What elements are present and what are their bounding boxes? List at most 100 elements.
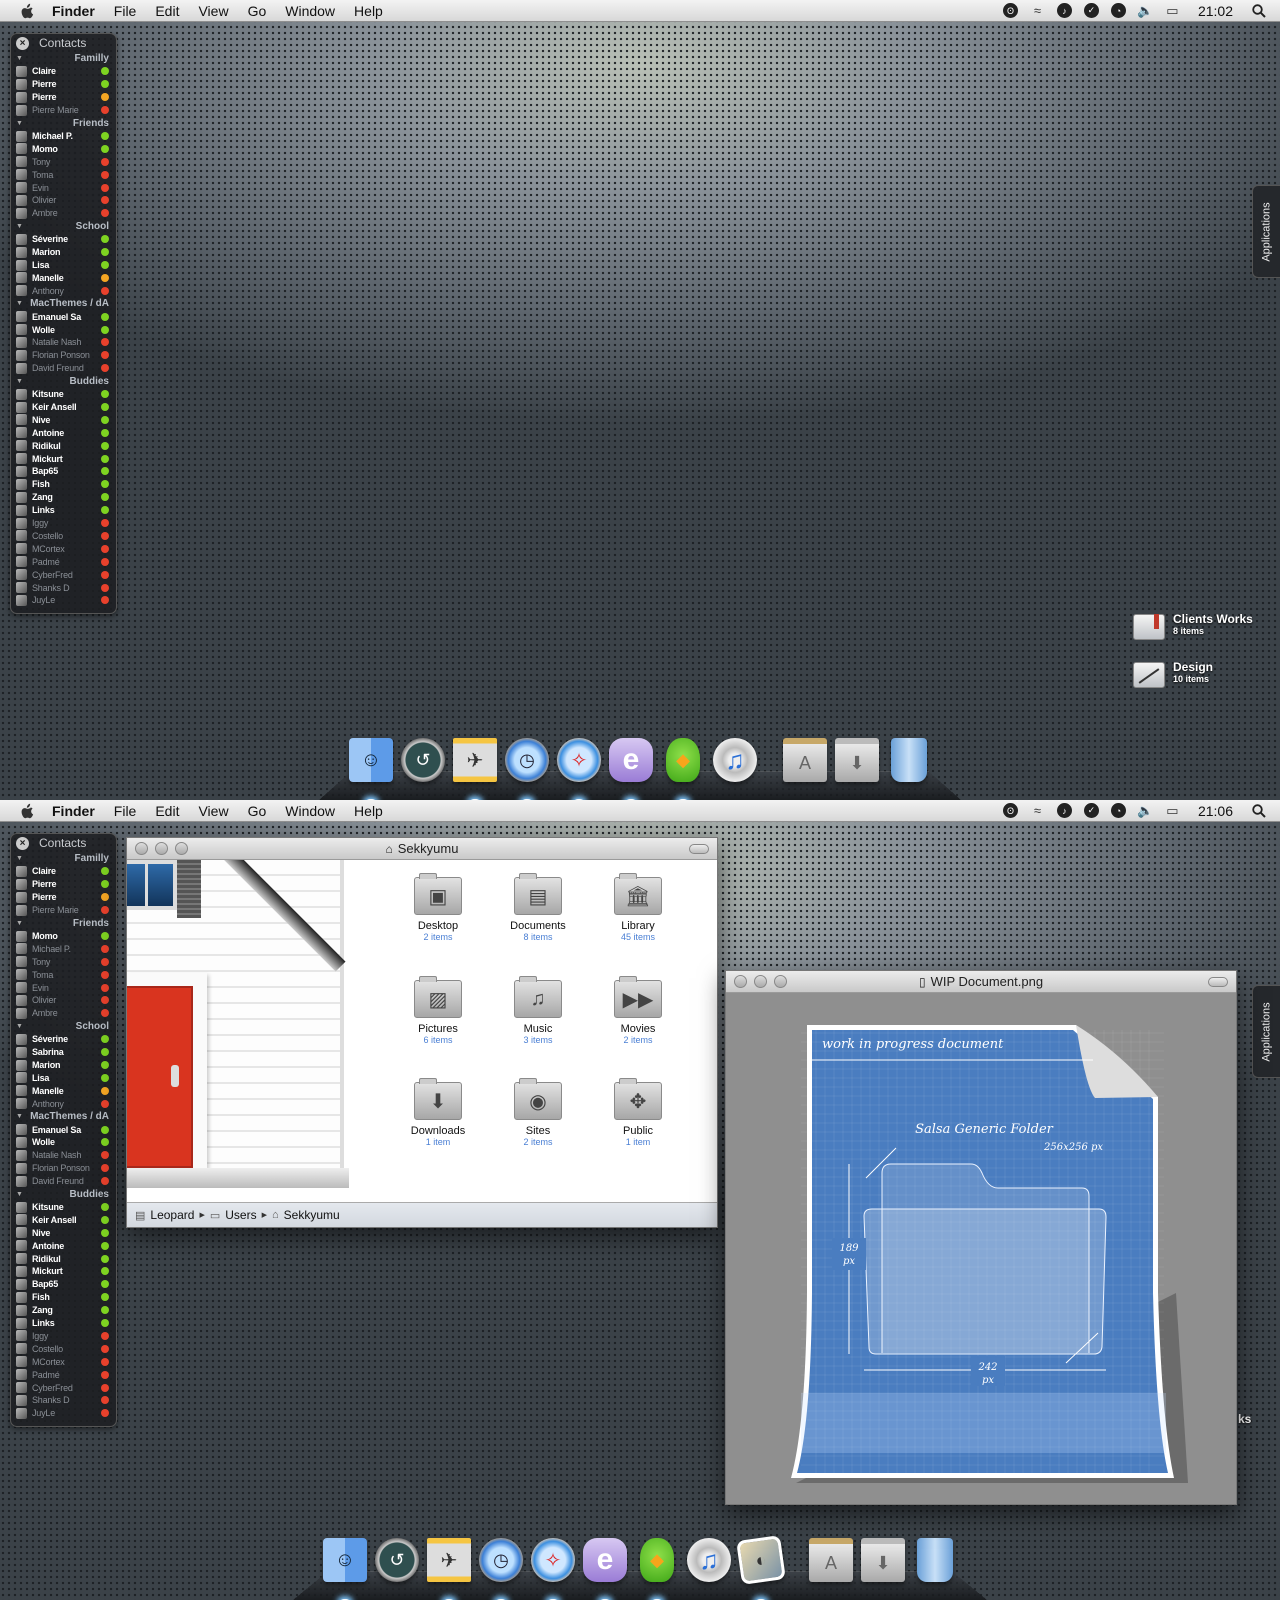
finder-titlebar[interactable]: ⌂ Sekkyumu: [127, 838, 717, 860]
finder-item-public[interactable]: ✥ Public 1 item: [583, 1078, 693, 1147]
menu-app-name[interactable]: Finder: [52, 803, 95, 819]
adium-icon[interactable]: ◆: [640, 1538, 674, 1582]
itunes-icon[interactable]: ♪: [1056, 803, 1072, 818]
disclosure-triangle-icon[interactable]: ▼: [16, 120, 23, 127]
contact-row[interactable]: Pierre: [11, 878, 116, 891]
path-item[interactable]: Leopard: [150, 1208, 194, 1222]
contact-row[interactable]: Ridikul: [11, 439, 116, 452]
contact-row[interactable]: Manelle: [11, 1084, 116, 1097]
disclosure-triangle-icon[interactable]: ▼: [16, 1191, 23, 1198]
contact-row[interactable]: Mickurt: [11, 1265, 116, 1278]
timemachine-icon[interactable]: ↺: [401, 738, 445, 782]
contact-row[interactable]: Antoine: [11, 426, 116, 439]
zoom-button[interactable]: [175, 842, 188, 855]
menu-clock[interactable]: 21:06: [1198, 803, 1233, 819]
dock-item-trash[interactable]: [910, 1538, 960, 1590]
clock-icon[interactable]: ◷: [479, 1538, 523, 1582]
adium-icon[interactable]: ◆: [666, 738, 700, 782]
spotlight-search-icon[interactable]: [1251, 3, 1266, 18]
close-icon[interactable]: ×: [16, 836, 29, 850]
disclosure-triangle-icon[interactable]: ▼: [16, 1113, 23, 1120]
dock-item-car[interactable]: ✈: [450, 738, 500, 800]
volume-icon[interactable]: 🔈: [1137, 3, 1153, 18]
contact-row[interactable]: Evin: [11, 181, 116, 194]
menu-help[interactable]: Help: [354, 3, 383, 19]
dock-item-finder[interactable]: ☺: [320, 1538, 370, 1600]
contact-group-header[interactable]: ▼ Buddies: [11, 375, 116, 388]
dock-item-timemachine[interactable]: ↺: [398, 738, 448, 790]
menu-go[interactable]: Go: [248, 3, 267, 19]
contact-row[interactable]: Michael P.: [11, 942, 116, 955]
disclosure-triangle-icon[interactable]: ▼: [16, 223, 23, 230]
checkmark-icon[interactable]: ✓: [1083, 803, 1099, 818]
contact-row[interactable]: Toma: [11, 968, 116, 981]
contact-row[interactable]: Momo: [11, 930, 116, 943]
contact-row[interactable]: Wolle: [11, 323, 116, 336]
finder-item-documents[interactable]: ▤ Documents 8 items: [483, 873, 593, 942]
contact-row[interactable]: Kitsune: [11, 388, 116, 401]
contact-row[interactable]: Zang: [11, 491, 116, 504]
contact-row[interactable]: Nive: [11, 1226, 116, 1239]
contact-row[interactable]: JuyLe: [11, 594, 116, 607]
car-icon[interactable]: ✈: [427, 1538, 471, 1582]
toolbar-toggle-button[interactable]: [689, 844, 709, 854]
entourage-icon[interactable]: e: [609, 738, 653, 782]
contact-row[interactable]: Bap65: [11, 1278, 116, 1291]
clock-icon[interactable]: ◷: [505, 738, 549, 782]
dock-item-clock[interactable]: ◷: [476, 1538, 526, 1600]
contact-row[interactable]: Anthony: [11, 284, 116, 297]
contact-row[interactable]: CyberFred: [11, 568, 116, 581]
dock-item-stack-downloads[interactable]: ⬇: [858, 1538, 908, 1590]
dock-item-trash[interactable]: [884, 738, 934, 790]
stack-apps-icon[interactable]: A: [809, 1538, 853, 1582]
close-button[interactable]: [135, 842, 148, 855]
contact-row[interactable]: Costello: [11, 530, 116, 543]
apple-menu-icon[interactable]: [18, 802, 36, 820]
dock-item-finder[interactable]: ☺: [346, 738, 396, 800]
contact-row[interactable]: Zang: [11, 1304, 116, 1317]
contact-row[interactable]: Marion: [11, 1059, 116, 1072]
contact-row[interactable]: Ambre: [11, 1007, 116, 1020]
dock-item-stack-apps[interactable]: A: [780, 738, 830, 790]
close-icon[interactable]: ×: [16, 36, 29, 50]
close-button[interactable]: [734, 975, 747, 988]
contact-row[interactable]: Emanuel Sa: [11, 1123, 116, 1136]
contact-row[interactable]: Nive: [11, 413, 116, 426]
safari-icon[interactable]: ✧: [557, 738, 601, 782]
contact-row[interactable]: Ridikul: [11, 1252, 116, 1265]
spotlight-search-icon[interactable]: [1251, 803, 1266, 818]
contact-row[interactable]: Lisa: [11, 1071, 116, 1084]
menu-edit[interactable]: Edit: [155, 3, 179, 19]
stack-downloads-icon[interactable]: ⬇: [835, 738, 879, 782]
menu-view[interactable]: View: [198, 803, 228, 819]
contact-row[interactable]: Olivier: [11, 994, 116, 1007]
contact-row[interactable]: Shanks D: [11, 581, 116, 594]
desktop-folder-label-partial[interactable]: ks: [1238, 1412, 1251, 1426]
contact-row[interactable]: Padmé: [11, 555, 116, 568]
contact-row[interactable]: Manelle: [11, 271, 116, 284]
contact-row[interactable]: David Freund: [11, 1175, 116, 1188]
itunes-icon[interactable]: ♪: [1056, 3, 1072, 18]
contact-group-header[interactable]: ▼ Friends: [11, 117, 116, 130]
contact-row[interactable]: Padmé: [11, 1368, 116, 1381]
contact-row[interactable]: Séverine: [11, 1033, 116, 1046]
menu-window[interactable]: Window: [285, 3, 335, 19]
dock-item-itunes[interactable]: ♫: [684, 1538, 734, 1590]
itunes-icon[interactable]: ♫: [713, 738, 757, 782]
contact-row[interactable]: Fish: [11, 478, 116, 491]
contact-row[interactable]: Tony: [11, 955, 116, 968]
finder-icon[interactable]: ☺: [349, 738, 393, 782]
dock-item-entourage[interactable]: e: [606, 738, 656, 800]
contact-row[interactable]: Links: [11, 504, 116, 517]
timer-icon[interactable]: ◔: [1110, 3, 1126, 18]
preview-titlebar[interactable]: ▯ WIP Document.png: [726, 971, 1236, 993]
finder-item-desktop[interactable]: ▣ Desktop 2 items: [383, 873, 493, 942]
contact-row[interactable]: Momo: [11, 142, 116, 155]
contact-row[interactable]: Toma: [11, 168, 116, 181]
minimize-button[interactable]: [754, 975, 767, 988]
menu-file[interactable]: File: [114, 3, 137, 19]
contact-group-header[interactable]: ▼ School: [11, 220, 116, 233]
dock-item-safari[interactable]: ✧: [528, 1538, 578, 1600]
contact-row[interactable]: Séverine: [11, 233, 116, 246]
trash-icon[interactable]: [891, 738, 927, 782]
